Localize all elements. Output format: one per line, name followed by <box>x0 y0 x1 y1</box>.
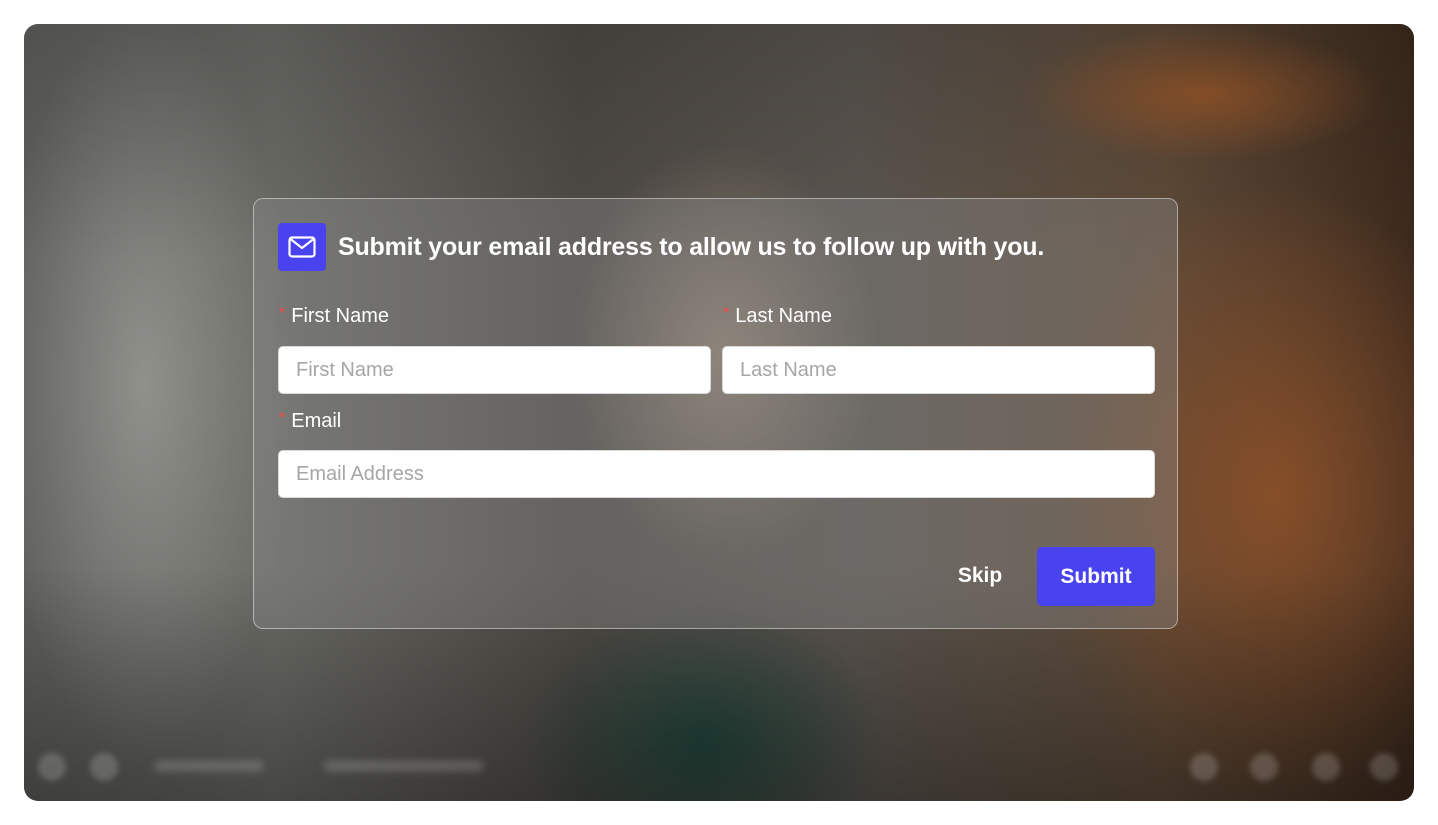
chapter-title <box>324 761 484 771</box>
pip-icon <box>1312 753 1340 781</box>
skip-button[interactable]: Skip <box>944 547 1016 605</box>
required-asterisk: * <box>279 410 286 427</box>
email-label: * Email <box>279 410 341 433</box>
last-name-input[interactable] <box>722 346 1155 394</box>
required-asterisk: * <box>279 305 286 322</box>
first-name-label-text: First Name <box>291 305 390 327</box>
required-asterisk: * <box>723 305 730 322</box>
submit-button[interactable]: Submit <box>1037 547 1155 606</box>
email-input[interactable] <box>278 450 1155 498</box>
fullscreen-icon <box>1370 753 1398 781</box>
time-display <box>154 761 264 771</box>
last-name-label: * Last Name <box>723 305 832 328</box>
settings-icon <box>1250 753 1278 781</box>
email-label-text: Email <box>291 410 342 432</box>
captions-icon <box>1190 753 1218 781</box>
dialog-header: Submit your email address to allow us to… <box>278 223 1044 271</box>
play-icon <box>38 753 66 781</box>
mail-icon <box>278 223 326 271</box>
dialog-title: Submit your email address to allow us to… <box>338 232 1045 261</box>
first-name-label: * First Name <box>279 305 389 328</box>
first-name-input[interactable] <box>278 346 711 394</box>
last-name-label-text: Last Name <box>735 305 832 327</box>
video-controls-blurred <box>24 749 1414 781</box>
email-capture-dialog: Submit your email address to allow us to… <box>253 198 1178 629</box>
volume-icon <box>90 753 118 781</box>
